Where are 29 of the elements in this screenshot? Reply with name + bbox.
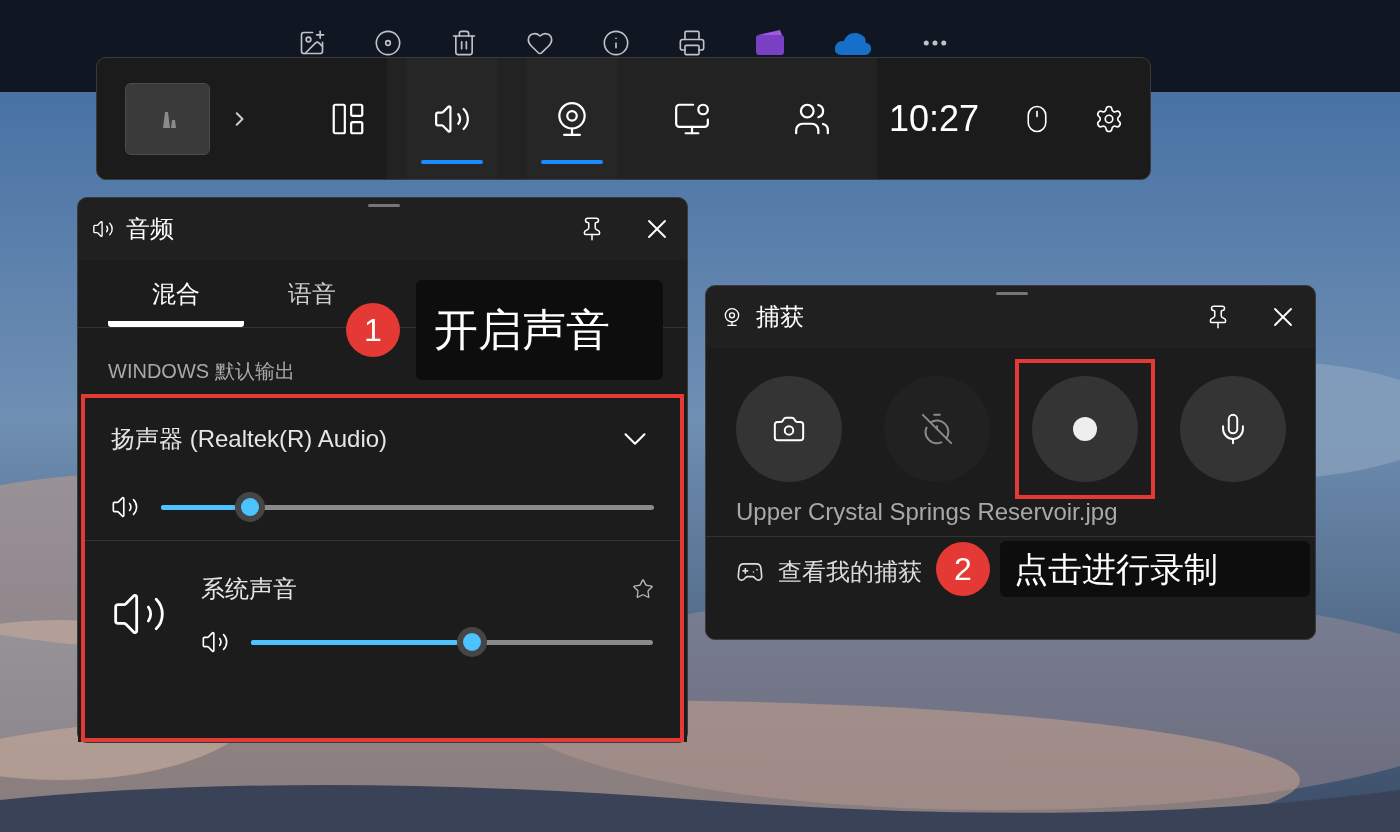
speaker-icon [92,218,114,240]
app-name: 系统声音 [201,574,297,604]
slider-thumb[interactable] [457,627,488,657]
clock-time: 10:27 [889,96,980,141]
timer-off-icon [920,412,954,446]
widget-button[interactable] [527,58,617,179]
callout-label: 点击进行录制 [1000,541,1310,597]
settings-icon[interactable] [1094,103,1124,134]
callout-label: 开启声音 [416,280,663,380]
disc-icon[interactable] [374,29,402,57]
volume-slider[interactable] [160,492,654,522]
panel-title: 捕获 [756,302,804,332]
image-edit-icon[interactable] [298,29,326,57]
cloud-icon[interactable] [834,31,872,55]
webcam-icon [722,307,742,327]
star-icon[interactable] [632,578,654,600]
last-capture-name: Upper Crystal Springs Reservoir.jpg [735,497,1119,527]
app-thumbnail[interactable] [125,82,211,155]
section-label: WINDOWS 默认输出 [107,359,296,384]
info-icon[interactable] [602,29,630,57]
tab[interactable]: 混合 [108,260,244,327]
trash-icon[interactable] [450,29,478,57]
volume-slider[interactable] [251,627,653,657]
slider-thumb[interactable] [234,492,265,522]
device-name[interactable]: 扬声器 (Realtek(R) Audio) [111,421,388,457]
record-icon [1073,417,1097,441]
gallery-link[interactable]: 查看我的捕获 [778,553,922,590]
panel-title: 音频 [126,214,174,244]
printer-icon[interactable] [678,29,706,57]
